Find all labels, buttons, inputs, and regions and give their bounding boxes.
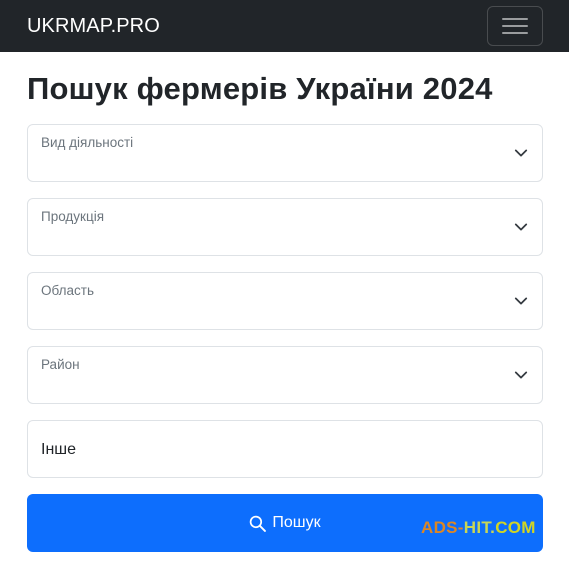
other-input[interactable]: Інше xyxy=(27,420,543,478)
district-select-label: Район xyxy=(41,357,80,372)
search-icon xyxy=(250,515,267,532)
product-select[interactable]: Продукція xyxy=(27,198,543,256)
chevron-down-icon xyxy=(514,223,528,231)
chevron-down-icon xyxy=(514,297,528,305)
activity-select-label: Вид діяльності xyxy=(41,135,134,150)
region-select-label: Область xyxy=(41,283,94,298)
top-navbar: UKRMAP.PRO xyxy=(0,0,569,52)
chevron-down-icon xyxy=(514,149,528,157)
watermark-part-2: HIT. xyxy=(463,518,496,537)
main-content: Пошук фермерів України 2024 Вид діяльнос… xyxy=(0,71,569,552)
watermark-logo: ADS-HIT.COM xyxy=(421,518,536,538)
region-select[interactable]: Область xyxy=(27,272,543,330)
chevron-down-icon xyxy=(514,371,528,379)
hamburger-icon xyxy=(502,18,528,34)
watermark-part-1: ADS- xyxy=(421,518,464,537)
other-input-value: Інше xyxy=(41,441,77,458)
watermark-part-3: COM xyxy=(495,518,536,537)
activity-select[interactable]: Вид діяльності xyxy=(27,124,543,182)
navbar-toggler-button[interactable] xyxy=(487,6,543,46)
page-title: Пошук фермерів України 2024 xyxy=(27,71,493,106)
brand-logo-text[interactable]: UKRMAP.PRO xyxy=(27,15,160,38)
district-select[interactable]: Район xyxy=(27,346,543,404)
product-select-label: Продукція xyxy=(41,209,104,224)
search-button-label: Пошук xyxy=(272,514,321,531)
